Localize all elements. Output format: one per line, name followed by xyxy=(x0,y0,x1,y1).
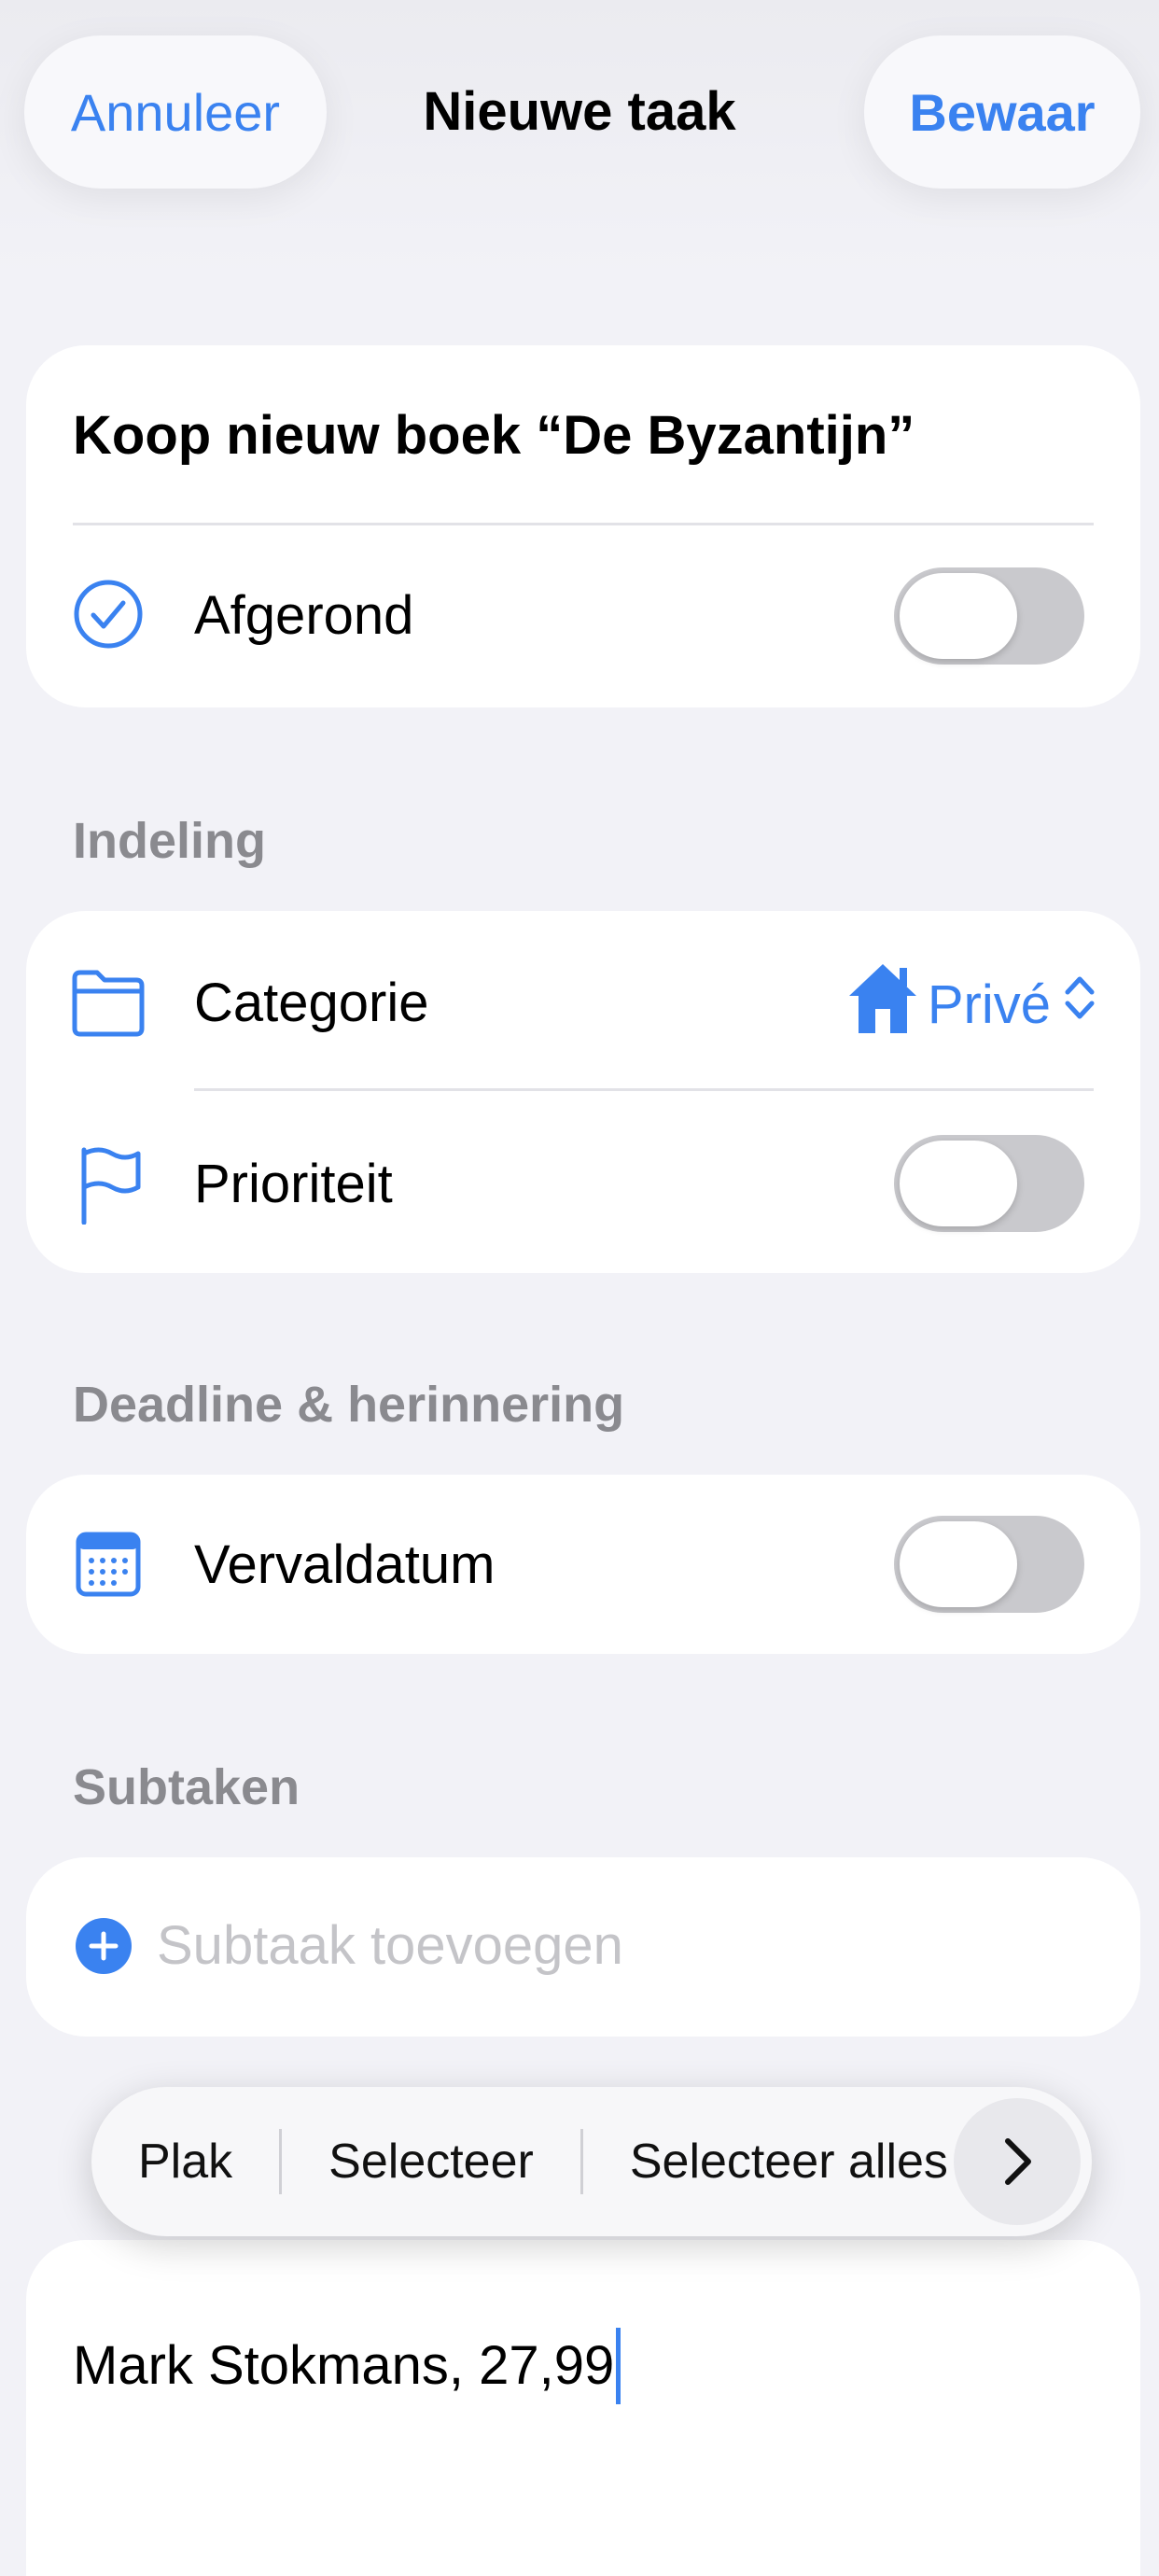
notes-card: Mark Stokmans, 27,99 xyxy=(26,2240,1140,2576)
calendar-icon xyxy=(75,1529,142,1604)
flag-icon xyxy=(78,1146,144,1229)
divider xyxy=(194,1088,1094,1091)
save-label: Bewaar xyxy=(909,82,1096,142)
toggle-knob xyxy=(900,573,1017,659)
due-date-label: Vervaldatum xyxy=(194,1534,496,1595)
priority-toggle[interactable] xyxy=(894,1135,1084,1232)
chevron-right-icon xyxy=(1005,2138,1031,2185)
house-icon xyxy=(845,959,920,1050)
completed-toggle[interactable] xyxy=(894,567,1084,665)
notes-text: Mark Stokmans, 27,99 xyxy=(73,2335,615,2396)
due-date-toggle[interactable] xyxy=(894,1516,1084,1613)
section-header-deadline: Deadline & herinnering xyxy=(73,1377,625,1433)
folder-icon xyxy=(71,969,146,1043)
paste-menu-item[interactable]: Plak xyxy=(91,2129,279,2194)
deadline-card: Vervaldatum xyxy=(26,1475,1140,1654)
completed-label: Afgerond xyxy=(194,585,414,646)
toggle-knob xyxy=(900,1141,1017,1226)
notes-input[interactable]: Mark Stokmans, 27,99 xyxy=(73,2328,621,2404)
select-all-menu-item[interactable]: Selecteer alles xyxy=(583,2129,995,2194)
task-title-input[interactable]: Koop nieuw boek “De Byzantijn” xyxy=(73,403,915,469)
edit-context-menu: Plak Selecteer Selecteer alles xyxy=(91,2087,1092,2236)
category-value: Privé xyxy=(927,973,1051,1035)
menu-more-button[interactable] xyxy=(954,2098,1081,2225)
select-menu-item[interactable]: Selecteer xyxy=(282,2129,580,2194)
text-cursor xyxy=(616,2328,621,2404)
add-subtask-input[interactable]: Subtaak toevoegen xyxy=(157,1913,623,1979)
category-label: Categorie xyxy=(194,973,429,1033)
section-header-indeling: Indeling xyxy=(73,813,266,869)
category-picker[interactable]: Privé xyxy=(845,958,1096,1051)
checkmark-circle-icon xyxy=(73,579,144,654)
plus-circle-icon[interactable] xyxy=(75,1917,133,1980)
layout-card: Categorie Privé Prioriteit xyxy=(26,911,1140,1273)
divider xyxy=(73,523,1094,525)
subtasks-card: Subtaak toevoegen xyxy=(26,1857,1140,2037)
save-button[interactable]: Bewaar xyxy=(864,35,1140,189)
section-header-subtasks: Subtaken xyxy=(73,1759,300,1815)
toggle-knob xyxy=(900,1521,1017,1607)
chevron-up-down-icon xyxy=(1064,972,1096,1037)
priority-label: Prioriteit xyxy=(194,1154,393,1214)
task-card: Koop nieuw boek “De Byzantijn” Afgerond xyxy=(26,345,1140,707)
